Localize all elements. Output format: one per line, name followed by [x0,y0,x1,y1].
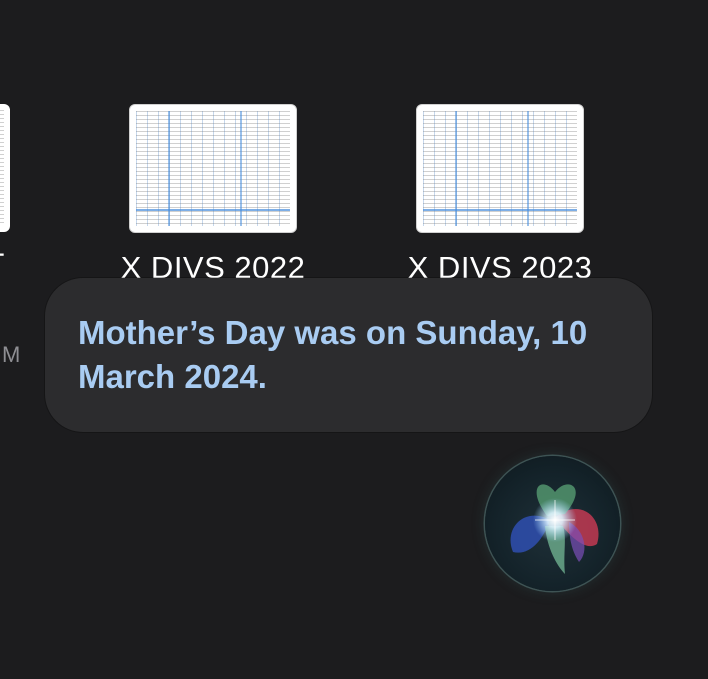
spreadsheet-highlight-row [423,209,577,211]
spreadsheet-preview [0,110,4,226]
siri-orb-icon[interactable] [485,456,620,591]
partial-file-subtitle: M [2,342,21,367]
partial-file-name: T [0,250,4,280]
siri-response-text: Mother’s Day was on Sunday, 10 March 202… [78,314,588,395]
spreadsheet-thumbnail-icon[interactable] [416,104,584,233]
file-item-x-divs-2022[interactable]: X DIVS 2022 [121,104,305,283]
siri-response-card[interactable]: Mother’s Day was on Sunday, 10 March 202… [45,278,652,432]
partial-file-thumbnail[interactable] [0,104,10,232]
siri-waveform-icon [510,484,599,574]
screen: T M X DIVS 2022 X DIVS 2023 Mother’s Day… [0,0,708,679]
spreadsheet-highlight-column [240,111,242,226]
spreadsheet-highlight-row [136,209,290,211]
spreadsheet-highlight-column [527,111,529,226]
file-item-x-divs-2023[interactable]: X DIVS 2023 [408,104,592,283]
spreadsheet-highlight-column [455,111,457,226]
spreadsheet-thumbnail-icon[interactable] [129,104,297,233]
spreadsheet-highlight-column [168,111,170,226]
